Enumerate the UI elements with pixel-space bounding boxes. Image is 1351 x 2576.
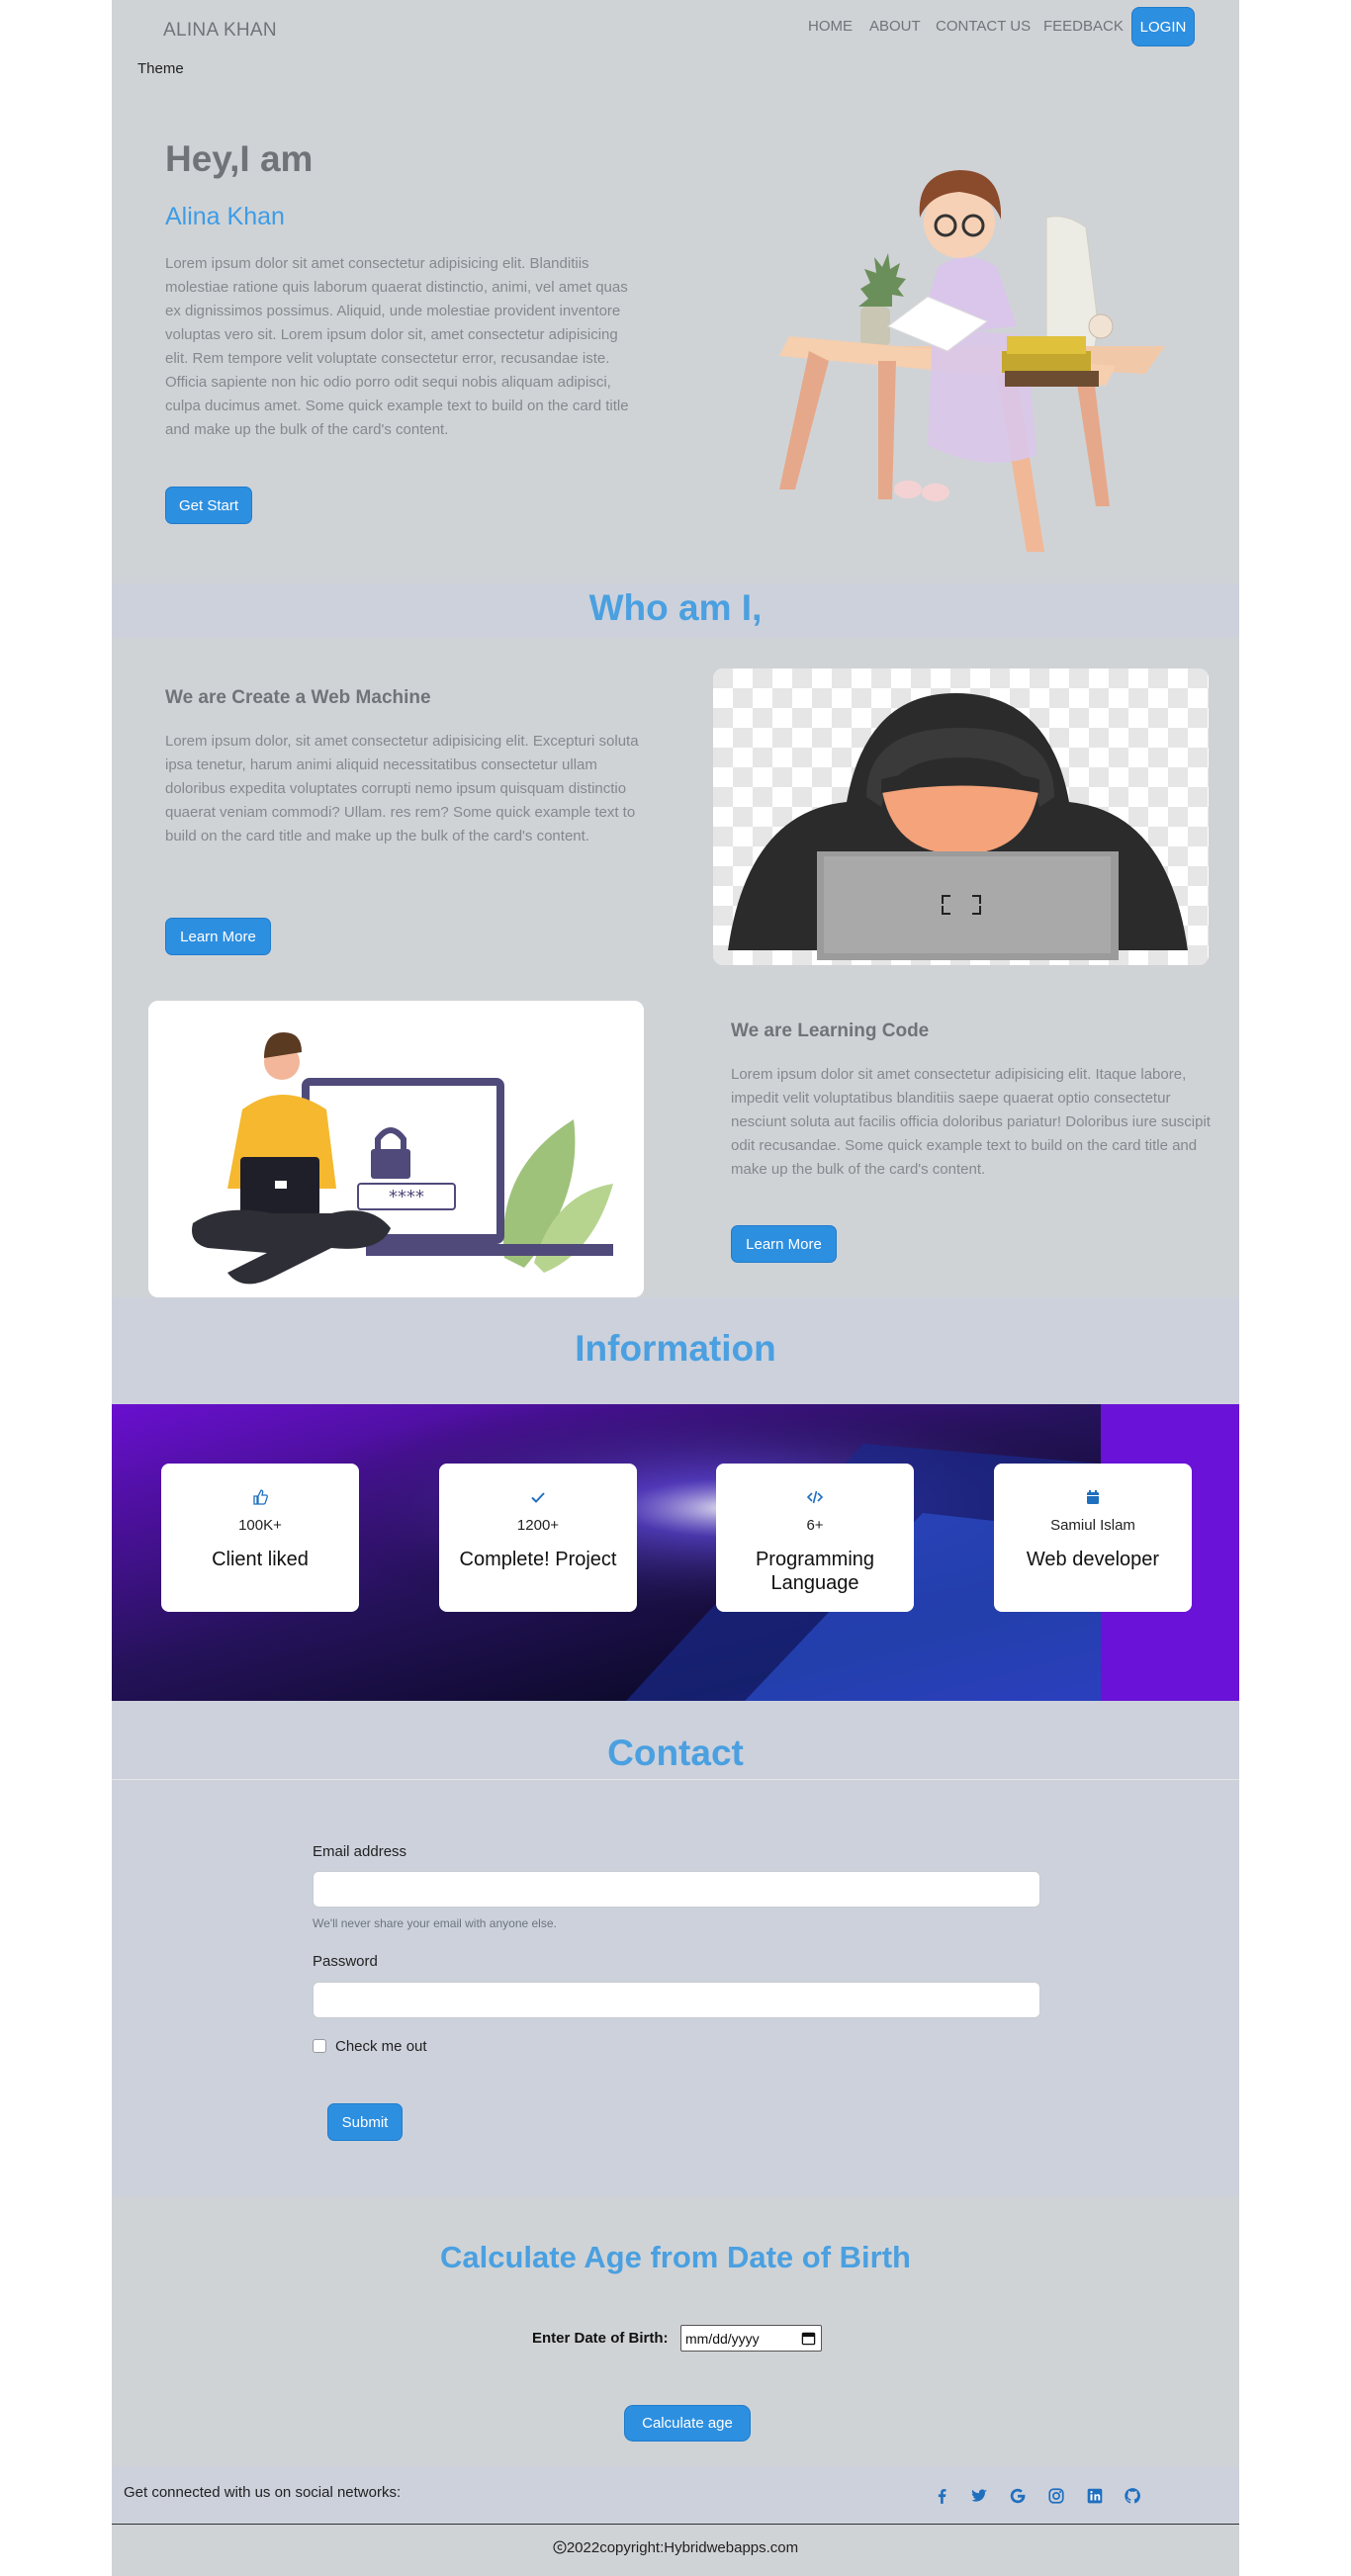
check-icon — [531, 1492, 545, 1503]
stat-value: 100K+ — [238, 1517, 282, 1534]
copyright: 2022copyright:Hybridwebapps.com — [112, 2539, 1239, 2556]
email-help-text: We'll never share your email with anyone… — [313, 1916, 557, 1930]
submit-button[interactable]: Submit — [327, 2103, 403, 2141]
contact-heading-band: Contact — [112, 1701, 1239, 1780]
block2-title: We are Learning Code — [731, 1021, 930, 1041]
instagram-icon[interactable] — [1047, 2487, 1065, 2505]
nav-link-about[interactable]: ABOUT — [869, 18, 921, 35]
svg-text:****: **** — [389, 1187, 424, 1207]
contact-heading: Contact — [607, 1732, 744, 1773]
password-field[interactable] — [313, 1982, 1040, 2018]
email-field[interactable] — [313, 1871, 1040, 1908]
copyright-text: 2022copyright:Hybridwebapps.com — [566, 2539, 799, 2556]
theme-toggle[interactable]: Theme — [137, 60, 184, 77]
copyright-icon — [553, 2540, 567, 2554]
who-heading: Who am I, — [588, 587, 763, 628]
dob-label: Enter Date of Birth: — [532, 2330, 669, 2347]
navbar-brand[interactable]: ALINA KHAN — [163, 20, 277, 42]
stat-value: 1200+ — [516, 1517, 560, 1534]
dob-input[interactable]: mm/dd/yyyy — [680, 2325, 822, 2352]
stat-label: Programming Language — [755, 1549, 875, 1594]
github-icon[interactable] — [1124, 2487, 1141, 2505]
footer-divider — [112, 2524, 1239, 2525]
info-heading: Information — [575, 1328, 776, 1369]
check-me-out-label: Check me out — [335, 2038, 427, 2055]
nav-link-home[interactable]: HOME — [808, 18, 853, 35]
login-button[interactable]: LOGIN — [1131, 7, 1195, 46]
calculate-age-button[interactable]: Calculate age — [624, 2405, 751, 2442]
block2-text: Lorem ipsum dolor sit amet consectetur a… — [731, 1066, 1211, 1178]
twitter-icon[interactable] — [970, 2487, 988, 2505]
stat-card-clients: 100K+ Client liked — [161, 1464, 359, 1612]
girl-at-desk-illustration — [779, 170, 1165, 552]
email-label: Email address — [313, 1843, 407, 1860]
google-icon[interactable] — [1009, 2487, 1027, 2505]
social-text: Get connected with us on social networks… — [124, 2484, 402, 2501]
calendar-picker-icon[interactable] — [801, 2331, 816, 2346]
thumbs-up-icon — [253, 1489, 268, 1505]
password-label: Password — [313, 1953, 378, 1970]
stat-label: Web developer — [1026, 1549, 1160, 1570]
who-heading-band: Who am I, — [112, 583, 1239, 638]
block1-title: We are Create a Web Machine — [165, 687, 431, 708]
footer-social-band: Get connected with us on social networks… — [112, 2466, 1239, 2524]
coder-image: **** — [148, 1001, 644, 1297]
nav-link-feedback[interactable]: FEEDBACK — [1043, 18, 1124, 35]
hero-text: Lorem ipsum dolor sit amet consectetur a… — [165, 255, 629, 438]
block1-text: Lorem ipsum dolor, sit amet consectetur … — [165, 733, 639, 844]
dob-placeholder: mm/dd/yyyy — [685, 2331, 760, 2347]
stat-card-projects: 1200+ Complete! Project — [439, 1464, 637, 1612]
check-me-out-checkbox[interactable] — [313, 2039, 326, 2053]
nav-link-contact[interactable]: CONTACT US — [936, 18, 1031, 35]
hacker-image — [713, 668, 1209, 965]
stat-label: Complete! Project — [459, 1549, 617, 1570]
facebook-icon[interactable] — [933, 2487, 950, 2505]
get-start-button[interactable]: Get Start — [165, 487, 252, 524]
calendar-icon — [1087, 1490, 1099, 1504]
stat-card-developer: Samiul Islam Web developer — [994, 1464, 1192, 1612]
code-icon — [807, 1490, 823, 1504]
page: ALINA KHAN HOME ABOUT CONTACT US FEEDBAC… — [112, 0, 1239, 2576]
stat-label: Client liked — [212, 1549, 309, 1570]
learn-more-button-2[interactable]: Learn More — [731, 1225, 837, 1263]
info-heading-band: Information — [112, 1297, 1239, 1404]
learn-more-button-1[interactable]: Learn More — [165, 918, 271, 955]
hero-name: Alina Khan — [165, 203, 285, 230]
stat-card-languages: 6+ Programming Language — [716, 1464, 914, 1612]
linkedin-icon[interactable] — [1086, 2487, 1104, 2505]
age-heading: Calculate Age from Date of Birth — [440, 2240, 911, 2274]
stat-value: Samiul Islam — [1050, 1517, 1135, 1534]
stat-value: 6+ — [806, 1517, 824, 1534]
hero-title: Hey,I am — [165, 138, 314, 179]
